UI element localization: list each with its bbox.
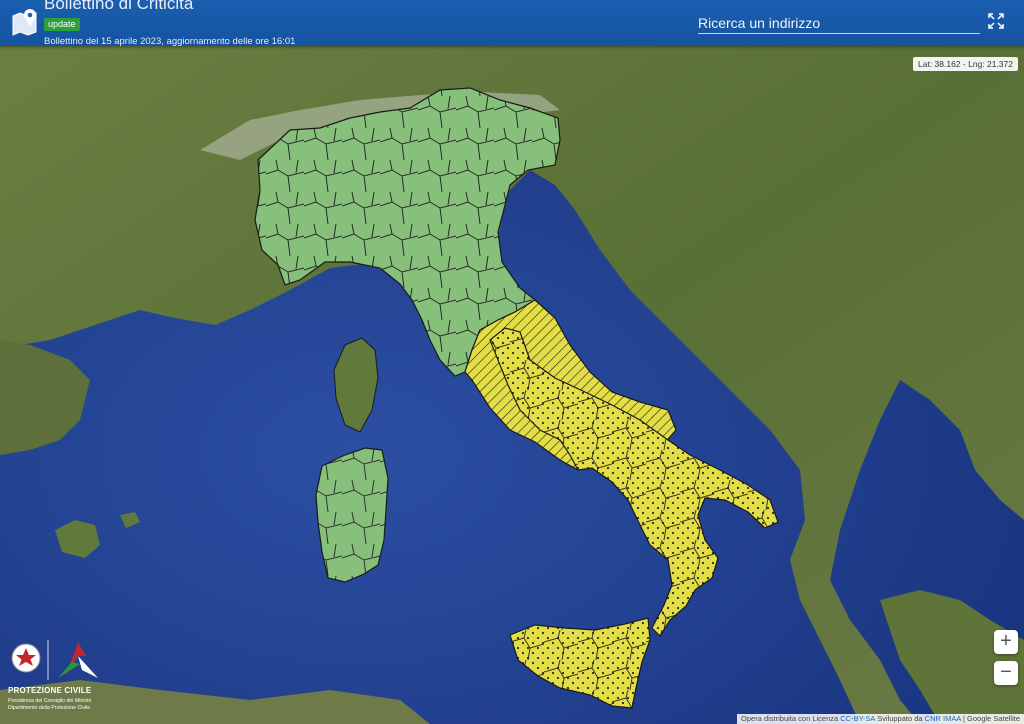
protezione-civile-logo: PROTEZIONE CIVILE Presidenza del Consigl… — [6, 636, 106, 716]
license-link[interactable]: CC-BY-SA — [840, 714, 875, 723]
developer-link[interactable]: CNR IMAA — [925, 714, 961, 723]
zoom-out-button[interactable]: − — [994, 661, 1018, 685]
app-title: Bollettino di Criticità — [44, 0, 194, 13]
sardinia-provinces — [316, 448, 388, 582]
address-search-input[interactable] — [698, 13, 980, 34]
logo-line-1: Presidenza del Consiglio dei Ministri — [8, 698, 92, 704]
map-view[interactable] — [0, 46, 1024, 724]
attribution-suffix: | Google Satellite — [963, 714, 1020, 723]
map-pin-icon[interactable] — [10, 6, 40, 36]
logo-line-2: Dipartimento della Protezione Civile — [8, 705, 91, 711]
map-attribution: Opera distribuita con Licenza CC-BY-SA S… — [737, 714, 1024, 724]
update-badge[interactable]: update — [44, 18, 80, 31]
emblem-icon — [11, 640, 98, 680]
app-header: Bollettino di Criticità update Bollettin… — [0, 0, 1024, 47]
bulletin-subtitle: Bollettino del 15 aprile 2023, aggiornam… — [44, 36, 296, 47]
logo-title: PROTEZIONE CIVILE — [8, 686, 92, 695]
attribution-mid: Sviluppato da — [877, 714, 923, 723]
fullscreen-icon[interactable] — [988, 13, 1004, 29]
coordinates-readout: Lat: 38.162 - Lng: 21.372 — [913, 57, 1018, 71]
attribution-prefix: Opera distribuita con Licenza — [741, 714, 839, 723]
zoom-in-button[interactable]: + — [994, 630, 1018, 654]
